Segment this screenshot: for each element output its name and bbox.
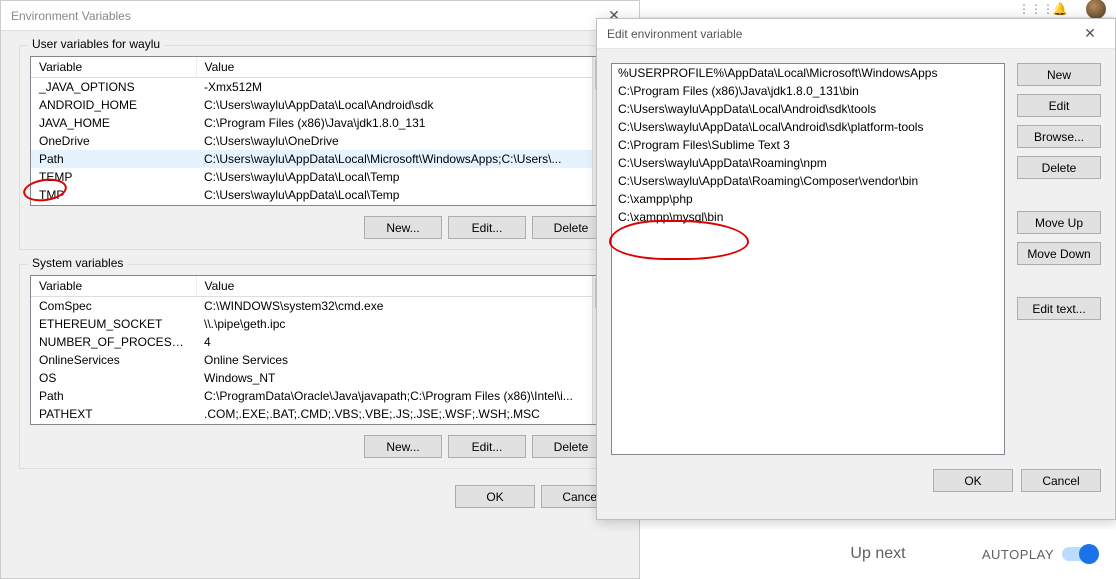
table-row[interactable]: OnlineServicesOnline Services (31, 351, 609, 369)
table-row[interactable]: JAVA_HOMEC:\Program Files (x86)\Java\jdk… (31, 114, 609, 132)
list-item[interactable]: %USERPROFILE%\AppData\Local\Microsoft\Wi… (612, 64, 1004, 82)
env-titlebar[interactable]: Environment Variables ✕ (1, 1, 639, 31)
delete-button[interactable]: Delete (1017, 156, 1101, 179)
list-item[interactable]: C:\Program Files (x86)\Java\jdk1.8.0_131… (612, 82, 1004, 100)
environment-variables-dialog: Environment Variables ✕ User variables f… (0, 0, 640, 579)
var-value: 4 (196, 333, 609, 351)
var-value: C:\Users\waylu\AppData\Local\Microsoft\W… (196, 150, 609, 168)
var-value: C:\Users\waylu\AppData\Local\Temp (196, 186, 609, 204)
env-title: Environment Variables (11, 9, 131, 23)
col-value[interactable]: Value (196, 276, 609, 297)
var-value: C:\Users\waylu\OneDrive (196, 132, 609, 150)
table-row[interactable]: PathC:\ProgramData\Oracle\Java\javapath;… (31, 387, 609, 405)
edit-title: Edit environment variable (607, 27, 742, 41)
system-variables-table[interactable]: Variable Value ComSpecC:\WINDOWS\system3… (30, 275, 610, 425)
var-name: OnlineServices (31, 351, 196, 369)
env-ok-button[interactable]: OK (455, 485, 535, 508)
move-down-button[interactable]: Move Down (1017, 242, 1101, 265)
background-upnext-bar: Up next AUTOPLAY (640, 529, 1116, 579)
system-variables-label: System variables (28, 256, 127, 270)
var-name: NUMBER_OF_PROCESSORS (31, 333, 196, 351)
system-variables-group: System variables Variable Value ComSpecC… (19, 264, 621, 469)
table-row[interactable]: ETHEREUM_SOCKET\\.\pipe\geth.ipc (31, 315, 609, 333)
var-name: TMP (31, 186, 196, 204)
var-value: Online Services (196, 351, 609, 369)
close-icon[interactable]: ✕ (1075, 25, 1105, 42)
var-name: PATHEXT (31, 405, 196, 423)
edit-button[interactable]: Edit (1017, 94, 1101, 117)
list-item[interactable]: C:\Program Files\Sublime Text 3 (612, 136, 1004, 154)
var-name: OneDrive (31, 132, 196, 150)
bell-icon[interactable]: 🔔 (1052, 2, 1068, 16)
new-button[interactable]: New (1017, 63, 1101, 86)
var-value: C:\Program Files (x86)\Java\jdk1.8.0_131 (196, 114, 609, 132)
list-item[interactable]: C:\Users\waylu\AppData\Roaming\Composer\… (612, 172, 1004, 190)
user-edit-button[interactable]: Edit... (448, 216, 526, 239)
avatar[interactable] (1086, 0, 1106, 19)
list-item[interactable]: C:\Users\waylu\AppData\Local\Android\sdk… (612, 100, 1004, 118)
var-value: .COM;.EXE;.BAT;.CMD;.VBS;.VBE;.JS;.JSE;.… (196, 405, 609, 423)
var-value: C:\WINDOWS\system32\cmd.exe (196, 297, 609, 316)
var-value: C:\Users\waylu\AppData\Local\Temp (196, 168, 609, 186)
user-new-button[interactable]: New... (364, 216, 442, 239)
browse-button[interactable]: Browse... (1017, 125, 1101, 148)
var-value: \\.\pipe\geth.ipc (196, 315, 609, 333)
table-row[interactable]: NUMBER_OF_PROCESSORS4 (31, 333, 609, 351)
var-name: JAVA_HOME (31, 114, 196, 132)
var-name: ComSpec (31, 297, 196, 316)
var-name: _JAVA_OPTIONS (31, 78, 196, 97)
var-name: ANDROID_HOME (31, 96, 196, 114)
table-row[interactable]: PathC:\Users\waylu\AppData\Local\Microso… (31, 150, 609, 168)
table-row[interactable]: TMPC:\Users\waylu\AppData\Local\Temp (31, 186, 609, 204)
list-item[interactable]: C:\xampp\php (612, 190, 1004, 208)
col-value[interactable]: Value (196, 57, 609, 78)
col-variable[interactable]: Variable (31, 276, 196, 297)
table-row[interactable]: PATHEXT.COM;.EXE;.BAT;.CMD;.VBS;.VBE;.JS… (31, 405, 609, 423)
sys-edit-button[interactable]: Edit... (448, 435, 526, 458)
var-name: TEMP (31, 168, 196, 186)
upnext-label: Up next (850, 545, 905, 563)
var-name: Path (31, 387, 196, 405)
var-value: -Xmx512M (196, 78, 609, 97)
list-item[interactable]: C:\Users\waylu\AppData\Roaming\npm (612, 154, 1004, 172)
path-entries-list[interactable]: %USERPROFILE%\AppData\Local\Microsoft\Wi… (611, 63, 1005, 455)
table-row[interactable]: ComSpecC:\WINDOWS\system32\cmd.exe (31, 297, 609, 316)
user-variables-table[interactable]: Variable Value _JAVA_OPTIONS-Xmx512MANDR… (30, 56, 610, 206)
sys-new-button[interactable]: New... (364, 435, 442, 458)
var-name: ETHEREUM_SOCKET (31, 315, 196, 333)
background-topbar: ⋮⋮⋮ 🔔 (640, 0, 1116, 18)
move-up-button[interactable]: Move Up (1017, 211, 1101, 234)
user-variables-label: User variables for waylu (28, 37, 164, 51)
table-row[interactable]: OneDriveC:\Users\waylu\OneDrive (31, 132, 609, 150)
edit-env-variable-dialog: Edit environment variable ✕ %USERPROFILE… (596, 18, 1116, 520)
edit-ok-button[interactable]: OK (933, 469, 1013, 492)
edit-cancel-button[interactable]: Cancel (1021, 469, 1101, 492)
table-row[interactable]: ANDROID_HOMEC:\Users\waylu\AppData\Local… (31, 96, 609, 114)
table-row[interactable]: _JAVA_OPTIONS-Xmx512M (31, 78, 609, 97)
user-variables-group: User variables for waylu Variable Value … (19, 45, 621, 250)
list-item[interactable]: C:\xampp\mysql\bin (612, 208, 1004, 226)
var-value: C:\Users\waylu\AppData\Local\Android\sdk (196, 96, 609, 114)
var-name: Path (31, 150, 196, 168)
var-value: C:\ProgramData\Oracle\Java\javapath;C:\P… (196, 387, 609, 405)
list-item[interactable]: C:\Users\waylu\AppData\Local\Android\sdk… (612, 118, 1004, 136)
edit-titlebar[interactable]: Edit environment variable ✕ (597, 19, 1115, 49)
autoplay-label: AUTOPLAY (982, 547, 1054, 562)
var-name: OS (31, 369, 196, 387)
table-row[interactable]: OSWindows_NT (31, 369, 609, 387)
col-variable[interactable]: Variable (31, 57, 196, 78)
var-value: Windows_NT (196, 369, 609, 387)
autoplay-toggle[interactable] (1062, 547, 1096, 561)
table-row[interactable]: TEMPC:\Users\waylu\AppData\Local\Temp (31, 168, 609, 186)
edit-text-button[interactable]: Edit text... (1017, 297, 1101, 320)
apps-icon[interactable]: ⋮⋮⋮ (1018, 2, 1034, 16)
